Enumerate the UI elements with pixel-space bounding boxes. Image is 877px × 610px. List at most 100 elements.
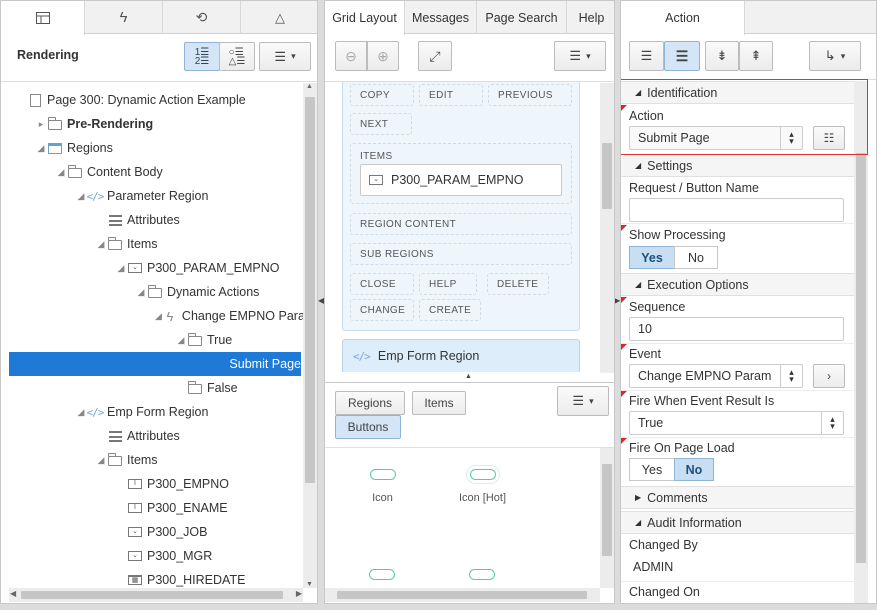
collapse-toggle-icon[interactable]: ◢ — [175, 335, 187, 346]
tree-view-button[interactable]: 1☰ 2☰ — [184, 42, 220, 71]
show-all-button[interactable]: ☰ — [664, 41, 700, 71]
tab-page-search[interactable]: Page Search — [477, 1, 567, 34]
position-edit[interactable]: EDIT — [419, 84, 483, 106]
position-sub-regions[interactable]: SUB REGIONS — [350, 243, 572, 265]
pane-splitter-icon[interactable]: ▲ — [465, 373, 472, 380]
expand-toggle-icon[interactable]: ▸ — [35, 119, 47, 130]
action-list-button[interactable]: ☷ — [813, 126, 845, 150]
tree-horizontal-scrollbar[interactable]: ◀ ▶ — [9, 588, 303, 602]
tab-shared-components[interactable]: △ — [241, 1, 317, 34]
position-help[interactable]: HELP — [419, 273, 477, 295]
position-change[interactable]: CHANGE — [350, 299, 414, 321]
go-to-group-button[interactable]: ↳ ▾ — [809, 41, 861, 71]
tree-node[interactable]: Submit Page — [9, 352, 301, 376]
show-processing-no[interactable]: No — [674, 246, 718, 269]
emp-form-region-block[interactable]: </> Emp Form Region — [342, 339, 580, 372]
fire-on-load-no[interactable]: No — [674, 458, 714, 481]
collapse-toggle-icon[interactable]: ◢ — [35, 143, 47, 154]
zoom-out-button[interactable]: ⊖ — [335, 41, 367, 71]
tree-node[interactable]: ◢ </> Parameter Region — [9, 184, 303, 208]
gallery-scroll-thumb[interactable] — [602, 464, 612, 556]
grid-vertical-scrollbar[interactable] — [600, 83, 614, 373]
position-delete[interactable]: DELETE — [487, 273, 549, 295]
section-audit-information[interactable]: ◢ Audit Information — [621, 511, 854, 534]
fire-when-result-select[interactable]: True ▴ ▾ — [629, 411, 844, 435]
scroll-up-arrow-icon[interactable]: ▲ — [306, 83, 313, 90]
tree-node[interactable]: False — [9, 376, 303, 400]
tree-node[interactable]: ◢ ⌄ P300_PARAM_EMPNO — [9, 256, 303, 280]
tree-node[interactable]: Page 300: Dynamic Action Example — [9, 88, 303, 112]
tree-menu-button[interactable]: ☰ ▾ — [259, 42, 311, 71]
tree-node[interactable]: ◢ Items — [9, 232, 303, 256]
tab-dynamic-actions[interactable]: ϟ — [85, 1, 163, 34]
tree-node[interactable]: ▸ Pre-Rendering — [9, 112, 303, 136]
gallery-tab-items[interactable]: Items — [412, 391, 466, 415]
tree-node[interactable]: ◢ Dynamic Actions — [9, 280, 303, 304]
tab-action[interactable]: Action — [621, 1, 745, 35]
section-settings[interactable]: ◢ Settings — [621, 154, 854, 177]
position-close[interactable]: CLOSE — [350, 273, 414, 295]
gallery-item-icon-button[interactable]: Icon — [355, 469, 410, 504]
tree-node[interactable]: Attributes — [9, 424, 303, 448]
scroll-right-arrow-icon[interactable]: ▶ — [296, 589, 302, 598]
tree-node[interactable]: ◢ ϟ Change EMPNO Param — [9, 304, 315, 328]
collapse-toggle-icon[interactable]: ◢ — [95, 455, 107, 466]
tab-grid-layout[interactable]: Grid Layout — [325, 1, 405, 35]
property-scroll-thumb[interactable] — [856, 153, 866, 563]
position-next[interactable]: NEXT — [350, 113, 412, 135]
gallery-vertical-scrollbar[interactable] — [600, 448, 614, 588]
scroll-left-arrow-icon[interactable]: ◀ — [10, 589, 16, 598]
tab-help[interactable]: Help — [567, 1, 614, 34]
section-comments[interactable]: ▶ Comments — [621, 486, 854, 509]
collapse-toggle-icon[interactable]: ◢ — [115, 263, 127, 274]
show-common-button[interactable]: ☰ — [629, 41, 664, 71]
gallery-tab-buttons[interactable]: Buttons — [335, 415, 401, 439]
tree-node[interactable]: I P300_ENAME — [9, 496, 303, 520]
sequence-input[interactable]: 10 — [629, 317, 844, 341]
tree-horizontal-scroll-thumb[interactable] — [21, 591, 283, 599]
tree-node[interactable]: ◢ Items — [9, 448, 303, 472]
gallery-tab-regions[interactable]: Regions — [335, 391, 405, 415]
collapse-toggle-icon[interactable]: ◢ — [95, 239, 107, 250]
collapse-toggle-icon[interactable]: ◢ — [75, 191, 87, 202]
expand-all-button[interactable]: ⇞ — [739, 41, 773, 71]
tab-messages[interactable]: Messages — [405, 1, 477, 34]
collapse-toggle-icon[interactable]: ◢ — [55, 167, 67, 178]
collapse-all-button[interactable]: ⇟ — [705, 41, 739, 71]
section-execution-options[interactable]: ◢ Execution Options — [621, 273, 854, 296]
fire-on-load-yes[interactable]: Yes — [629, 458, 675, 481]
tree-node[interactable]: ◢ Regions — [9, 136, 303, 160]
item-p300-param-empno[interactable]: ⌄ P300_PARAM_EMPNO — [360, 164, 562, 196]
position-previous[interactable]: PREVIOUS — [488, 84, 572, 106]
tree-node[interactable]: ◢ Content Body — [9, 160, 303, 184]
show-processing-yes[interactable]: Yes — [629, 246, 675, 269]
gallery-horizontal-scrollbar[interactable] — [325, 588, 600, 602]
scroll-down-arrow-icon[interactable]: ▼ — [306, 581, 313, 588]
tree-vertical-scrollbar[interactable]: ▲ ▼ — [303, 83, 317, 588]
gallery-item-icon-hot-button[interactable]: Icon [Hot] — [450, 469, 515, 504]
component-view-button[interactable]: ○☰ △☰ — [219, 42, 255, 71]
gallery-horizontal-scroll-thumb[interactable] — [337, 591, 587, 599]
tree-node[interactable]: ⌄ P300_JOB — [9, 520, 303, 544]
zoom-in-button[interactable]: ⊕ — [367, 41, 399, 71]
tree-vertical-scroll-thumb[interactable] — [305, 97, 315, 483]
collapse-toggle-icon[interactable]: ◢ — [155, 311, 162, 322]
tree-node[interactable]: Attributes — [9, 208, 303, 232]
tree-node[interactable]: I P300_EMPNO — [9, 472, 303, 496]
collapse-toggle-icon[interactable]: ◢ — [135, 287, 147, 298]
property-vertical-scrollbar[interactable] — [854, 81, 868, 603]
tab-processing[interactable]: ⟲ — [163, 1, 241, 34]
event-select[interactable]: Change EMPNO Param ▴ ▾ — [629, 364, 803, 388]
request-button-name-input[interactable] — [629, 198, 844, 222]
action-select[interactable]: Submit Page ▴ ▾ — [629, 126, 803, 150]
position-region-content[interactable]: REGION CONTENT — [350, 213, 572, 235]
collapse-toggle-icon[interactable]: ◢ — [75, 407, 87, 418]
event-go-button[interactable]: › — [813, 364, 845, 388]
layout-menu-button[interactable]: ☰ ▾ — [554, 41, 606, 71]
tree-node[interactable]: ◢ </> Emp Form Region — [9, 400, 303, 424]
tree-node[interactable]: ⌄ P300_MGR — [9, 544, 303, 568]
gallery-menu-button[interactable]: ☰ ▾ — [557, 386, 609, 416]
grid-scroll-thumb[interactable] — [602, 143, 612, 209]
tab-rendering[interactable] — [1, 1, 85, 35]
expand-button[interactable]: ⤢ — [418, 41, 452, 71]
